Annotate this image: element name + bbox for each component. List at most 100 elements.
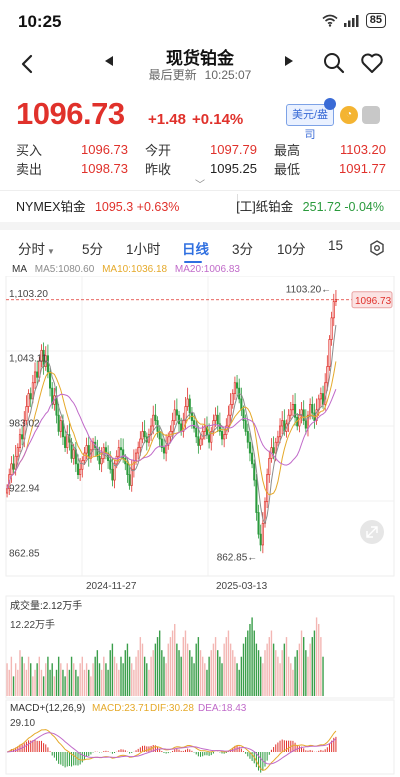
volume-bar — [204, 663, 206, 696]
candle-body — [253, 463, 256, 481]
related-right[interactable]: [工]纸铂金 251.72 -0.04% — [236, 196, 384, 215]
volume-bar — [259, 656, 262, 696]
candle-body — [27, 393, 30, 407]
candle-body — [259, 533, 262, 546]
volume-bar — [232, 650, 234, 696]
volume-bar — [262, 663, 264, 696]
candle-body — [117, 447, 120, 457]
updated-time: 10:25:07 — [204, 68, 252, 82]
volume-bar — [47, 656, 49, 696]
unit-badge — [324, 98, 336, 110]
search-icon[interactable] — [322, 51, 346, 75]
volume-bar — [30, 663, 32, 696]
volume-bar — [221, 663, 223, 696]
volume-bar — [238, 669, 240, 696]
candle-body — [143, 431, 146, 438]
candle-body — [130, 468, 133, 486]
candle-body — [193, 420, 196, 429]
y-tick-label: 862.85 — [9, 549, 40, 560]
candle-body — [272, 447, 275, 454]
candle-body — [175, 409, 178, 416]
related-right-value: 251.72 — [302, 200, 341, 214]
price-change: +1.48 +0.14% — [148, 111, 243, 128]
volume-bar — [298, 643, 301, 696]
tab-intraday[interactable]: 分时 ▼ — [18, 238, 55, 258]
volume-bar — [109, 650, 111, 696]
candle-body — [49, 371, 52, 389]
candle-body — [199, 438, 202, 446]
status-bar: 10:25 85 — [0, 0, 400, 42]
volume-bar — [133, 669, 135, 696]
volume-bar — [83, 669, 86, 696]
quote-label: 最低 — [274, 162, 301, 177]
volume-bar — [128, 656, 131, 696]
volume-bar — [79, 663, 81, 696]
volume-bar — [64, 676, 66, 696]
volume-bar — [309, 643, 311, 696]
candle-body — [46, 355, 49, 373]
period-tabs: 分时 ▼ 5分 1小时 日线 3分 10分 15 — [0, 222, 400, 263]
volume-bar — [287, 656, 290, 696]
next-triangle-icon[interactable] — [285, 56, 293, 66]
volume-bar — [307, 656, 309, 696]
volume-bar — [148, 669, 150, 696]
volume-bar — [120, 656, 122, 696]
candle-body — [278, 425, 282, 438]
quote-value: 1096.73 — [81, 142, 128, 157]
tab-1hour[interactable]: 1小时 — [126, 238, 161, 258]
candle-body — [188, 398, 191, 414]
volume-bar — [275, 650, 277, 696]
candle-body — [332, 301, 335, 319]
volume-bar — [34, 669, 36, 696]
volume-bar — [75, 669, 77, 696]
chart-settings-icon[interactable] — [369, 240, 385, 256]
settings-icon[interactable] — [362, 106, 380, 124]
volume-bar — [12, 676, 15, 696]
volume-bar — [73, 663, 75, 696]
volume-bar — [195, 643, 197, 696]
volume-bar — [242, 643, 245, 696]
dea-value: DEA:18.43 — [198, 703, 247, 714]
candle-body — [311, 404, 314, 414]
alert-icon[interactable]: ◔ — [340, 106, 358, 124]
volume-bar — [105, 663, 107, 696]
tab-5min[interactable]: 5分 — [82, 238, 103, 258]
tab-10min[interactable]: 10分 — [277, 238, 306, 258]
candle-body — [72, 449, 75, 459]
high-marker-text: 1103.20← — [286, 285, 331, 296]
candle-body — [162, 447, 166, 454]
tab-daily[interactable]: 日线 — [182, 238, 209, 258]
battery-indicator: 85 — [365, 13, 386, 28]
volume-bar — [38, 656, 41, 696]
dif-value: DIF:30.28 — [150, 703, 194, 714]
volume-bar — [57, 656, 60, 696]
volume-bar — [180, 656, 182, 696]
volume-bar — [296, 650, 298, 696]
volume-bar — [152, 650, 154, 696]
volume-bar — [115, 663, 118, 696]
candle-body — [6, 488, 9, 494]
volume-bar — [21, 656, 23, 696]
tab-3min[interactable]: 3分 — [232, 238, 253, 258]
low-marker-text: 862.85← — [217, 553, 258, 564]
price-chart[interactable]: 1,103.20 1,043.11 983.02 922.94 862.85 1096.7… — [0, 276, 400, 776]
candle-body — [119, 447, 123, 451]
quote-value: 1095.25 — [210, 161, 257, 176]
ma-legend: MA MA5:1080.60 MA10:1036.18 MA20:1006.83 — [12, 264, 245, 275]
volume-bar — [146, 663, 148, 696]
volume-bar — [158, 630, 161, 696]
candle-body — [141, 431, 144, 440]
tab-15min[interactable]: 15 — [328, 238, 343, 253]
candle-body — [266, 474, 269, 503]
candle-body — [298, 414, 301, 427]
candle-body — [152, 414, 155, 427]
chevron-down-icon[interactable]: ﹀ — [195, 176, 205, 191]
related-left[interactable]: NYMEX铂金 1095.3 +0.63% — [16, 196, 179, 215]
related-left-value: 1095.3 — [94, 200, 134, 214]
heart-icon[interactable] — [360, 51, 384, 75]
status-time: 10:25 — [18, 12, 62, 31]
volume-bar — [98, 663, 101, 696]
volume-bar — [14, 663, 17, 696]
volume-bar — [171, 630, 174, 696]
quote-value: 1097.79 — [210, 142, 257, 157]
